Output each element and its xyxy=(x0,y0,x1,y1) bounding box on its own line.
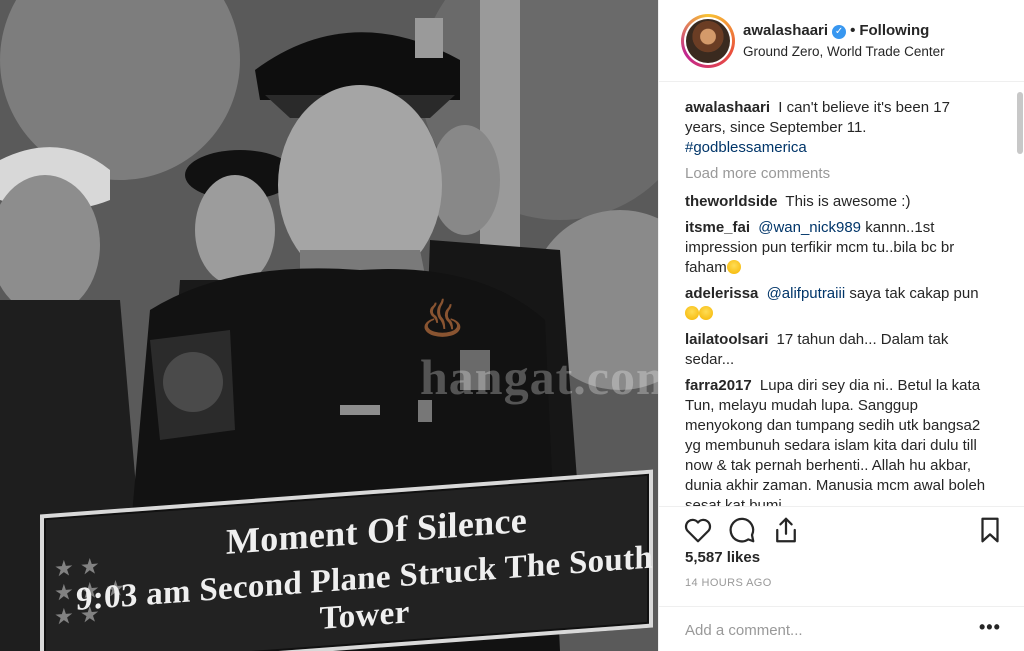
flame-icon: ♨ xyxy=(420,291,466,347)
caption-hashtag[interactable]: #godblessamerica xyxy=(685,139,807,156)
comment-mention[interactable]: @alifputraiii xyxy=(767,285,846,302)
comment-icon[interactable] xyxy=(727,515,757,545)
comment-username[interactable]: itsme_fai xyxy=(685,219,750,236)
comment-mention[interactable]: @wan_nick989 xyxy=(758,219,861,236)
post-actions: 5,587 likes 14 HOURS AGO xyxy=(659,506,1024,606)
caption: awalashaari I can't believe it's been 17… xyxy=(685,98,991,158)
caption-username[interactable]: awalashaari xyxy=(685,99,770,116)
bookmark-icon[interactable] xyxy=(975,515,1005,545)
avatar[interactable] xyxy=(681,14,735,68)
load-more-comments-button[interactable]: Load more comments xyxy=(685,164,991,184)
username-link[interactable]: awalashaari xyxy=(743,22,828,39)
comment-item: farra2017 Lupa diri sey dia ni.. Betul l… xyxy=(685,376,991,506)
watermark: ♨hangat.com xyxy=(420,290,658,406)
laugh-emoji-icon xyxy=(699,306,713,320)
laugh-emoji-icon xyxy=(685,306,699,320)
comment-text: Lupa diri sey dia ni.. Betul la kata Tun… xyxy=(685,377,986,506)
comment-item: theworldside This is awesome :) xyxy=(685,192,991,212)
comment-item: adelerissa @alifputraiii saya tak cakap … xyxy=(685,284,991,324)
comments-scrollbar[interactable] xyxy=(1017,92,1023,154)
post-side-panel: awalashaari ✓ • Following Ground Zero, Worl… xyxy=(658,0,1024,651)
following-button[interactable]: Following xyxy=(859,22,929,39)
avatar-image xyxy=(686,19,730,63)
add-comment-input[interactable] xyxy=(683,617,967,643)
comment-item: lailatoolsari 17 tahun dah... Dalam tak … xyxy=(685,330,991,370)
comment-text: saya tak cakap pun xyxy=(849,285,979,302)
post-photo[interactable]: ♨hangat.com ★ ★ ★ ★ ★ ★ ★ Moment Of Silenc… xyxy=(0,0,658,651)
comments-list: awalashaari I can't believe it's been 17… xyxy=(685,98,991,506)
more-options-button[interactable]: ••• xyxy=(979,617,1001,638)
likes-count[interactable]: 5,587 likes xyxy=(685,549,760,566)
comment-username[interactable]: lailatoolsari xyxy=(685,331,768,348)
comment-username[interactable]: theworldside xyxy=(685,193,778,210)
comment-text: This is awesome :) xyxy=(785,193,911,210)
watermark-text: hangat.com xyxy=(420,349,658,405)
header-user-row: awalashaari ✓ • Following xyxy=(743,22,929,39)
comment-username[interactable]: farra2017 xyxy=(685,377,752,394)
post-timestamp[interactable]: 14 HOURS AGO xyxy=(685,577,772,589)
grin-emoji-icon xyxy=(726,260,741,274)
comment-username[interactable]: adelerissa xyxy=(685,285,758,302)
location-link[interactable]: Ground Zero, World Trade Center xyxy=(743,44,945,59)
add-comment-bar: ••• xyxy=(659,606,1024,651)
comment-item: itsme_fai @wan_nick989 kannn..1st impres… xyxy=(685,218,991,278)
share-icon[interactable] xyxy=(771,515,801,545)
heart-icon[interactable] xyxy=(683,515,713,545)
verified-badge-icon: ✓ xyxy=(832,25,847,39)
separator-dot: • xyxy=(850,22,856,39)
post-header: awalashaari ✓ • Following Ground Zero, Worl… xyxy=(659,0,1024,82)
